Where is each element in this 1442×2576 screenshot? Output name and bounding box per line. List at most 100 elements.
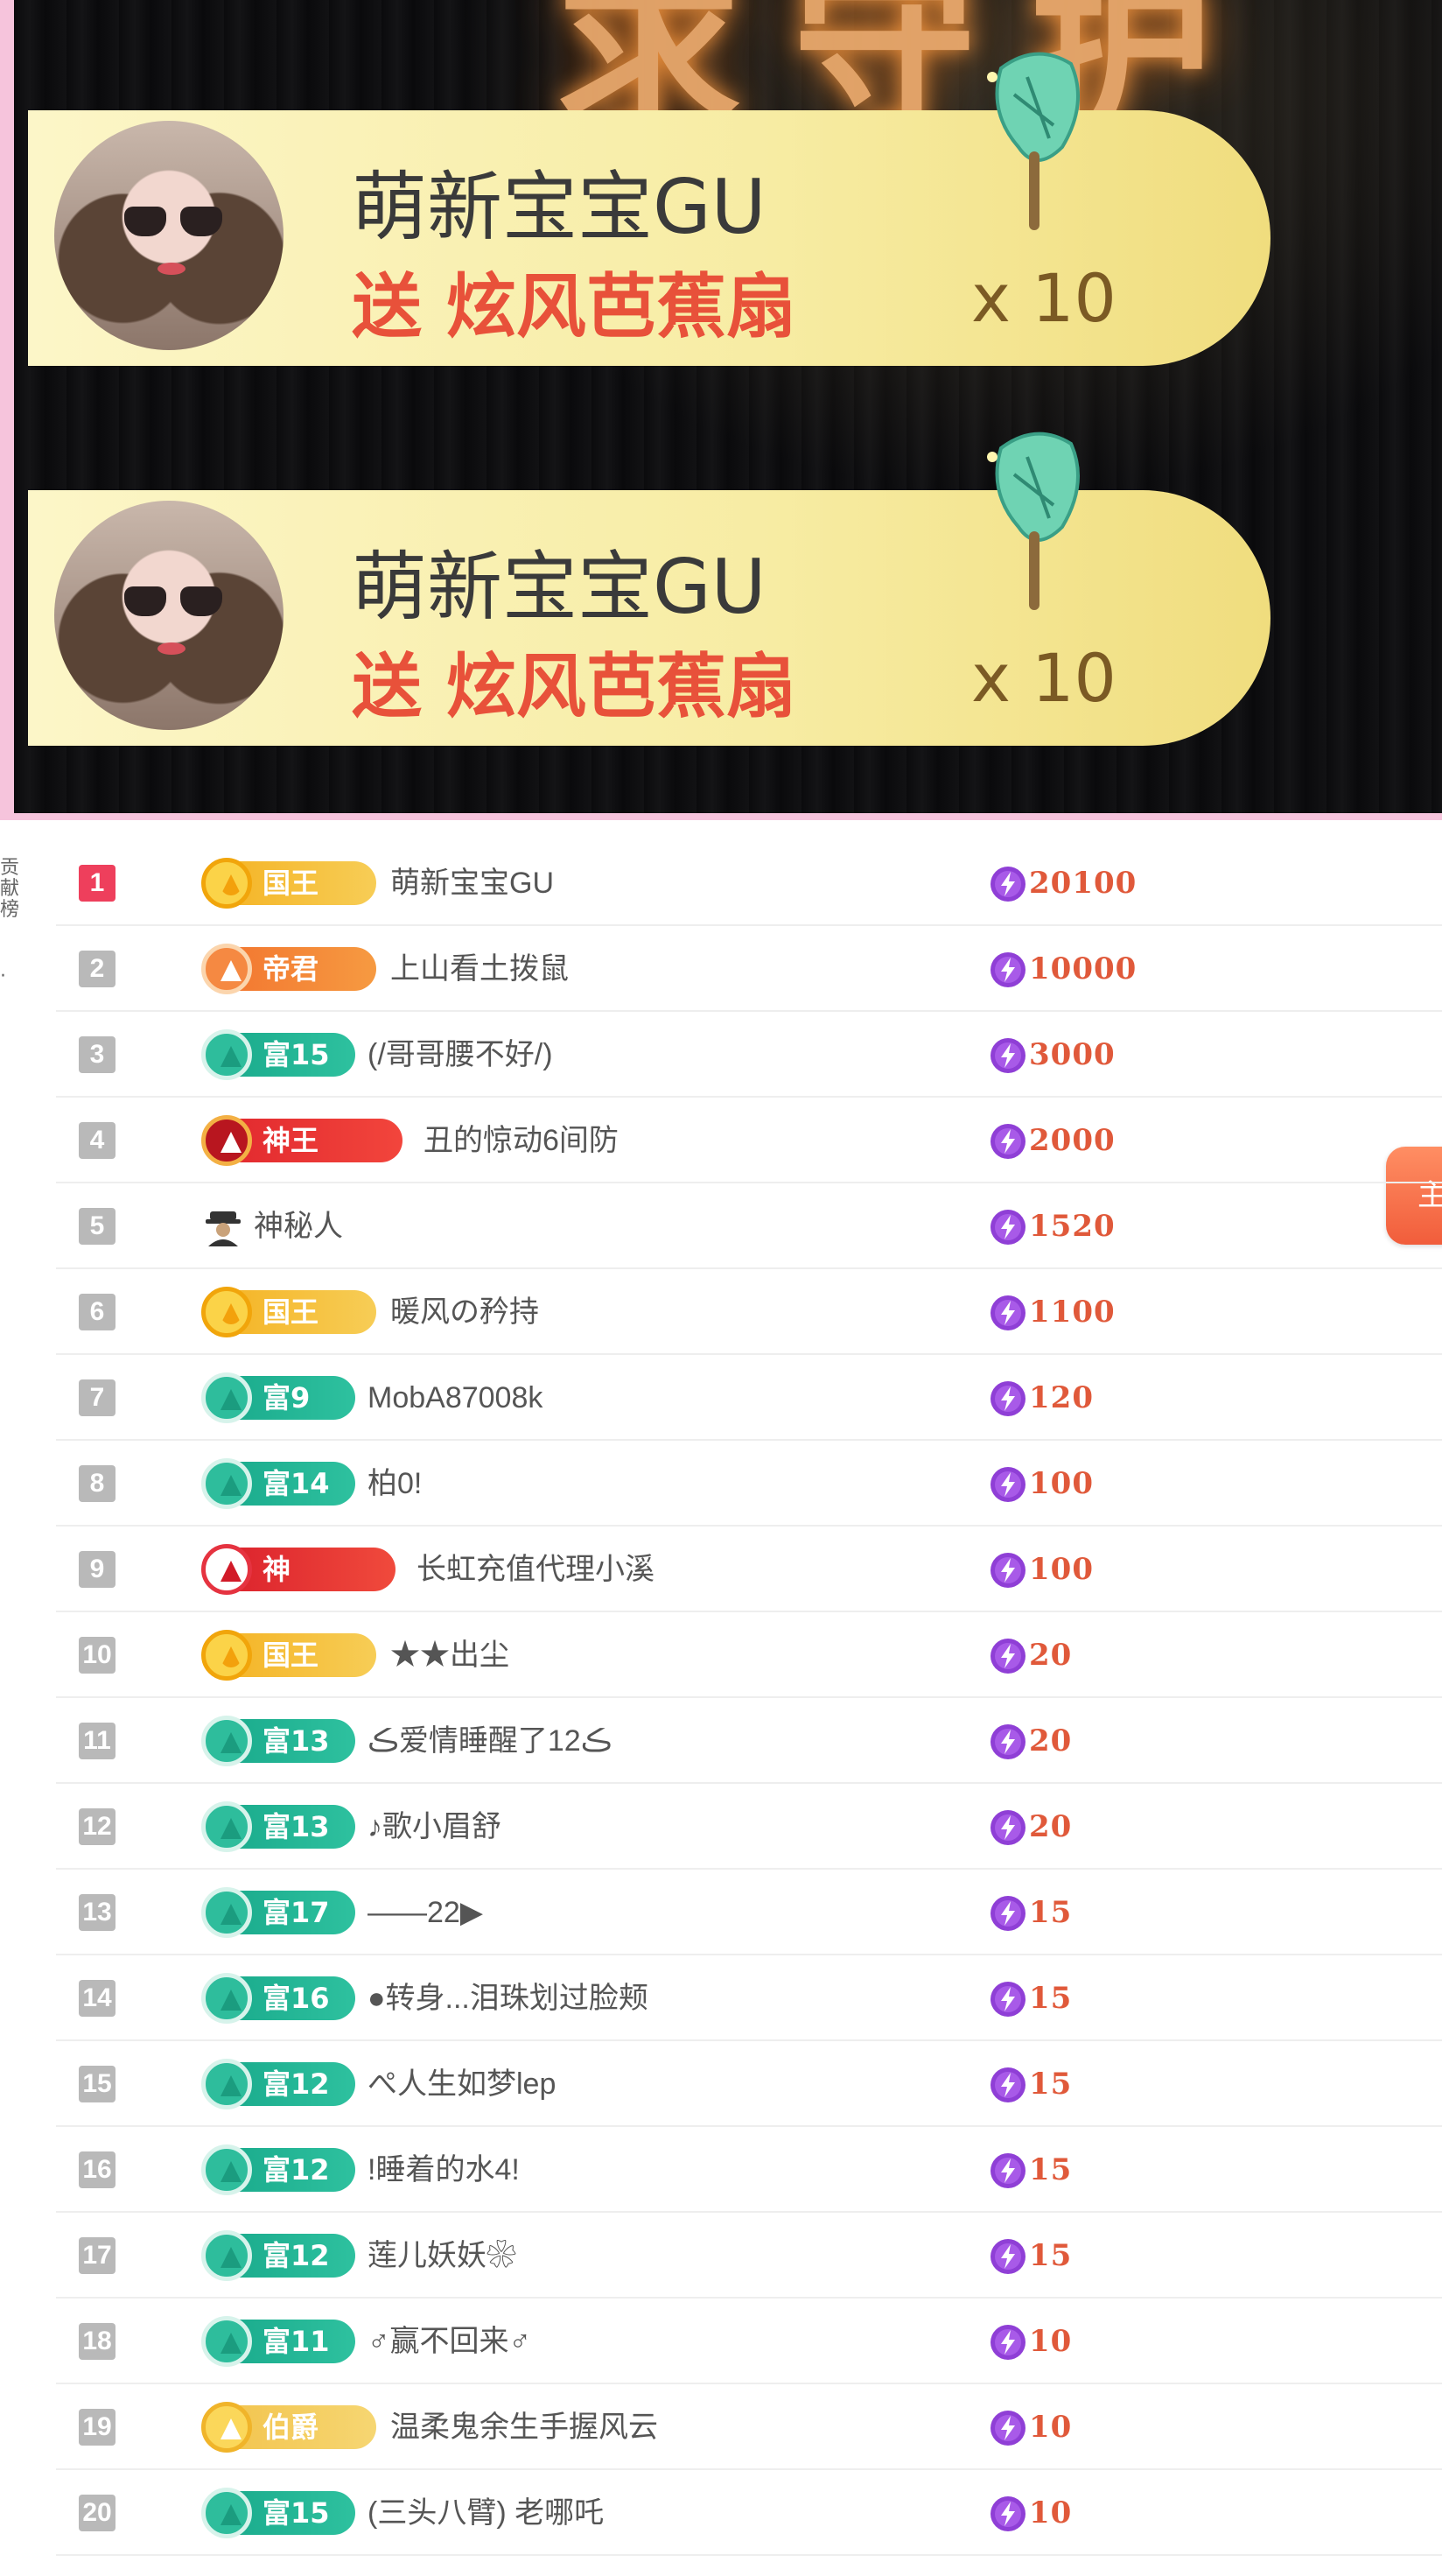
avatar[interactable]	[54, 121, 284, 350]
table-row[interactable]: 8 富14 柏0! 100	[56, 1441, 1442, 1527]
badge-label: 富13	[262, 1724, 330, 1758]
level-badge: 富9	[201, 1372, 355, 1423]
user-name[interactable]: ——22▶	[368, 1889, 483, 1936]
badge-label: 伯爵	[262, 2411, 319, 2444]
user-name[interactable]: ♂赢不回来♂	[368, 2318, 531, 2365]
table-row[interactable]: 7 富9 MobA87008k 120	[56, 1355, 1442, 1441]
user-name[interactable]: 暖风の矜持	[390, 1288, 539, 1336]
user-name[interactable]: 上山看土拨鼠	[390, 945, 569, 993]
side-tab-contribution[interactable]: 贡献榜	[0, 858, 21, 963]
user-name[interactable]: 莲儿妖妖❀	[368, 2232, 516, 2279]
table-row[interactable]: 12 富13 ♪歌小眉舒 20	[56, 1784, 1442, 1870]
table-row[interactable]: 15 富12 ぺ人生如梦lep 15	[56, 2041, 1442, 2127]
badge-emblem-icon	[201, 2059, 252, 2109]
user-name[interactable]: (/哥哥腰不好/)	[368, 1031, 553, 1078]
rank-number: 9	[79, 1551, 116, 1588]
table-row[interactable]: 9 神 长虹充值代理小溪 100	[56, 1527, 1442, 1612]
avatar-lips	[158, 263, 186, 275]
avatar[interactable]	[54, 501, 284, 730]
table-row[interactable]: 13 富17 ——22▶ 15	[56, 1870, 1442, 1955]
rank-number: 3	[79, 1036, 116, 1073]
contribution-score: 20	[1029, 1638, 1073, 1673]
gift-description: 送 炫风芭蕉扇	[352, 266, 796, 347]
level-badge: 国王	[201, 858, 376, 909]
user-name[interactable]: 柏0!	[368, 1460, 422, 1507]
badge-label: 神	[262, 1553, 291, 1586]
user-name[interactable]: MobA87008k	[368, 1374, 542, 1421]
level-badge: 富14	[201, 1458, 355, 1509]
contribution-score: 10	[1029, 2495, 1073, 2530]
rank-number: 14	[79, 1980, 116, 2017]
table-row[interactable]: 20 富15 (三头八臂) 老哪吒 10	[56, 2470, 1442, 2556]
badge-label: 富12	[262, 2239, 330, 2272]
table-row[interactable]: 17 富12 莲儿妖妖❀ 15	[56, 2213, 1442, 2299]
table-row[interactable]: 6 国王 暖风の矜持 1100	[56, 1269, 1442, 1355]
rank-number: 19	[79, 2409, 116, 2446]
contribution-score: 15	[1029, 2152, 1073, 2187]
rank-number: 2	[79, 951, 116, 987]
level-badge: 富15	[201, 2488, 355, 2538]
table-row[interactable]: 14 富16 ●转身...泪珠划过脸颊 15	[56, 1955, 1442, 2041]
lightning-coin-icon	[990, 2411, 1026, 2446]
contribution-score: 20100	[1029, 866, 1138, 901]
lightning-coin-icon	[990, 1381, 1026, 1416]
level-badge: 帝君	[201, 944, 376, 994]
user-name[interactable]: ★★出尘	[390, 1632, 509, 1679]
table-row[interactable]: 3 富15 (/哥哥腰不好/) 3000	[56, 1012, 1442, 1098]
badge-label: 帝君	[262, 952, 319, 986]
contribution-score: 15	[1029, 1895, 1073, 1930]
gift-description: 送 炫风芭蕉扇	[352, 646, 796, 727]
table-row[interactable]: 2 帝君 上山看土拨鼠 10000	[56, 926, 1442, 1012]
badge-label: 富11	[262, 2325, 330, 2358]
rank-number: 20	[79, 2495, 116, 2531]
user-name[interactable]: 神秘人	[254, 1203, 343, 1250]
badge-emblem-icon	[201, 2402, 252, 2453]
table-row[interactable]: 18 富11 ♂赢不回来♂ 10	[56, 2299, 1442, 2384]
contribution-score: 15	[1029, 2238, 1073, 2273]
badge-emblem-icon	[201, 1458, 252, 1509]
lightning-coin-icon	[990, 2067, 1026, 2102]
contribution-score: 100	[1029, 1552, 1094, 1587]
user-name[interactable]: 丑的惊动6间防	[424, 1117, 619, 1164]
lightning-coin-icon	[990, 1295, 1026, 1330]
rank-number: 17	[79, 2237, 116, 2274]
lightning-coin-icon	[990, 1210, 1026, 1245]
user-name[interactable]: 温柔鬼余生手握风云	[390, 2404, 658, 2451]
badge-label: 富16	[262, 1982, 330, 2015]
level-badge: 富17	[201, 1887, 355, 1938]
badge-emblem-icon	[201, 1372, 252, 1423]
user-name[interactable]: 萌新宝宝GU	[390, 860, 554, 907]
table-row[interactable]: 16 富12 !睡着的水4! 15	[56, 2127, 1442, 2213]
side-tab-dot: ·	[0, 965, 6, 987]
contribution-ranking-list: 1 国王 萌新宝宝GU 20100 2 帝君 上山看土拨鼠 10000 3 富15 (/哥哥腰不好/…	[56, 840, 1442, 2556]
rank-number: 13	[79, 1894, 116, 1931]
table-row[interactable]: 10 国王 ★★出尘 20	[56, 1612, 1442, 1698]
badge-emblem-icon	[201, 1287, 252, 1337]
avatar-glasses	[124, 586, 222, 616]
user-name[interactable]: 长虹充值代理小溪	[416, 1546, 654, 1593]
user-name[interactable]: !睡着的水4!	[368, 2146, 520, 2193]
contribution-score: 1520	[1029, 1209, 1116, 1244]
lightning-coin-icon	[990, 1467, 1026, 1502]
user-name[interactable]: ●转身...泪珠划过脸颊	[368, 1975, 648, 2022]
badge-emblem-icon	[201, 944, 252, 994]
live-stream-view[interactable]: 求守护 萌新宝宝GU 送 炫风芭蕉扇 x 10 萌新宝宝GU 送 炫风芭蕉扇 x…	[0, 0, 1442, 820]
badge-label: 富9	[262, 1381, 311, 1414]
badge-label: 富12	[262, 2153, 330, 2186]
rank-number: 1	[79, 865, 116, 902]
user-name[interactable]: (三头八臂) 老哪吒	[368, 2489, 604, 2537]
gift-count: x 10	[971, 639, 1116, 717]
user-name[interactable]: ♪歌小眉舒	[368, 1803, 501, 1850]
badge-emblem-icon	[201, 2488, 252, 2538]
user-name[interactable]: ڪ爱情睡醒了12ڪ	[368, 1717, 612, 1765]
rank-number: 7	[79, 1379, 116, 1416]
table-row[interactable]: 5 神秘人 1520	[56, 1183, 1442, 1269]
lightning-coin-icon	[990, 1982, 1026, 2017]
table-row[interactable]: 19 伯爵 温柔鬼余生手握风云 10	[56, 2384, 1442, 2470]
lightning-coin-icon	[990, 2239, 1026, 2274]
table-row[interactable]: 11 富13 ڪ爱情睡醒了12ڪ 20	[56, 1698, 1442, 1784]
table-row[interactable]: 4 神王 丑的惊动6间防 2000	[56, 1098, 1442, 1183]
user-name[interactable]: ぺ人生如梦lep	[368, 2060, 556, 2108]
gift-banner: 萌新宝宝GU 送 炫风芭蕉扇 x 10	[28, 52, 1270, 366]
table-row[interactable]: 1 国王 萌新宝宝GU 20100	[56, 840, 1442, 926]
